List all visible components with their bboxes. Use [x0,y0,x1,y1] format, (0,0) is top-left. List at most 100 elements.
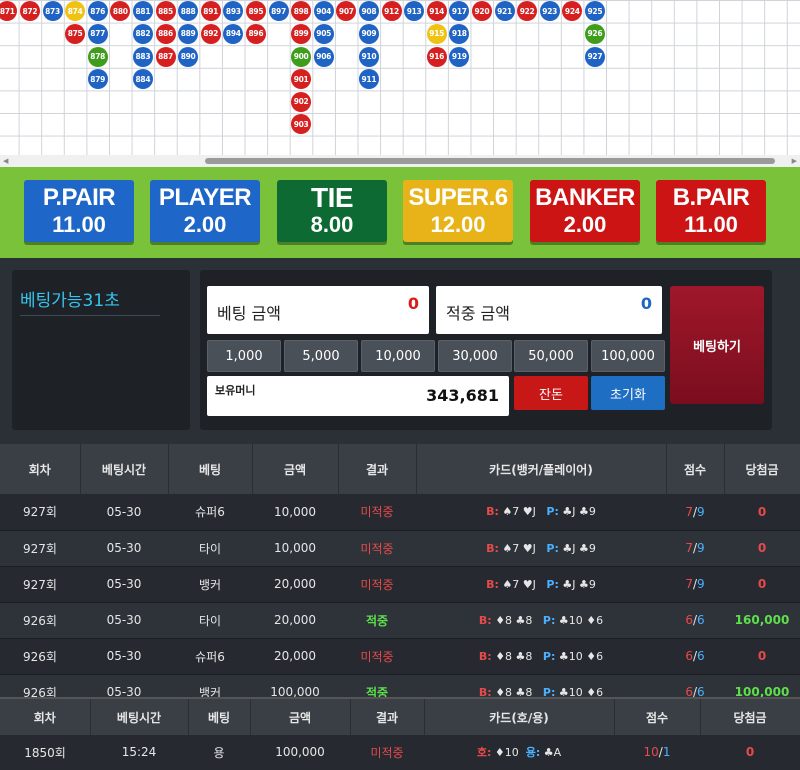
cards-cell: B: ♦8 ♣8 P: ♣10 ♦6 [416,602,666,639]
score-cell: 6/6 [666,602,724,639]
chip-button[interactable]: 30,000 [438,340,512,372]
timer-divider [20,315,160,316]
win-amount-label: 적중 금액 [446,304,510,323]
road-scrollbar[interactable]: ◀ ▶ [0,155,800,167]
amount-cell: 100,000 [250,735,350,770]
table-row: 927회 05-30 뱅커 20,000 미적중 B: ♠7 ♥J P: ♣J ♣9 7/9… [0,566,800,603]
place-bet-button[interactable]: 베팅하기 [670,286,764,404]
bet-cell: 용 [188,735,250,770]
column-header: 베팅 [168,444,253,494]
bet-cell: 타이 [168,530,252,567]
round-cell: 927회 [0,566,80,603]
road-bead: 887 [155,46,176,67]
round-cell: 926회 [0,638,80,675]
table-row: 927회 05-30 타이 10,000 미적중 B: ♠7 ♥J P: ♣J ♣9 7/9… [0,530,800,567]
dragon-cards: ♣A [543,746,562,760]
road-bead: 912 [381,1,402,22]
bet-tie-button[interactable]: TIE 8.00 [277,180,387,242]
bet-name: TIE [310,182,354,213]
column-header: 베팅 [188,699,251,735]
player-prefix: P: [546,505,559,519]
bet-name: P.PAIR [42,184,116,211]
scroll-right-icon[interactable]: ▶ [792,157,797,165]
reset-button[interactable]: 초기화 [591,376,665,410]
column-header: 점수 [666,444,725,494]
bet-player-button[interactable]: PLAYER 2.00 [150,180,260,242]
column-header: 카드(뱅커/플레이어) [416,444,667,494]
result-cell: 미적중 [338,638,416,675]
bet-super6-button[interactable]: SUPER.6 12.00 [403,180,513,242]
chip-button[interactable]: 1,000 [207,340,281,372]
road-bead: 902 [291,91,312,112]
road-bead: 926 [584,23,605,44]
road-bead: 910 [358,46,379,67]
time-cell: 05-30 [80,602,168,639]
road-bead: 921 [494,1,515,22]
baccarat-page: 871 872 873 874 876 880 881 885 888 891 893 895 897 8… [0,0,800,770]
table-header-row: 회차 베팅시간 베팅 금액 결과 카드(뱅커/플레이어) 점수 당첨금 [0,444,800,494]
held-money-field: 보유머니 343,681 [207,376,509,416]
score-b: 6 [697,613,705,627]
betting-timer: 베팅가능31초 [20,291,120,311]
road-bead: 899 [291,23,312,44]
amount-cell: 20,000 [252,602,338,639]
road-bead: 915 [426,23,447,44]
banker-cards: ♦8 ♣8 [495,613,533,627]
cards-cell: B: ♠7 ♥J P: ♣J ♣9 [416,566,666,603]
scroll-left-icon[interactable]: ◀ [3,157,8,165]
table-header-row: 회차 베팅시간 베팅 금액 결과 카드(호/용) 점수 당첨금 [0,699,800,735]
road-bead: 883 [132,46,153,67]
road-bead: 905 [313,23,334,44]
score-b: 6 [697,649,705,663]
scroll-thumb[interactable] [205,158,775,164]
banker-prefix: B: [486,505,499,519]
column-header: 금액 [252,444,339,494]
table-row: 926회 05-30 타이 20,000 적중 B: ♦8 ♣8 P: ♣10 ♦6 6/6… [0,602,800,639]
prize-cell: 0 [724,638,800,675]
bet-name: SUPER.6 [408,184,508,211]
player-cards: ♣10 ♦6 [558,649,604,663]
held-money-value: 343,681 [426,386,499,405]
round-cell: 1850회 [0,735,90,770]
bet-ppair-button[interactable]: P.PAIR 11.00 [24,180,134,242]
result-cell: 미적중 [350,735,424,770]
result-cell: 적중 [338,602,416,639]
chip-button[interactable]: 50,000 [514,340,588,372]
change-button[interactable]: 잔돈 [514,376,588,410]
banker-cards: ♠7 ♥J [502,577,536,591]
bet-bpair-button[interactable]: B.PAIR 11.00 [656,180,766,242]
road-bead: 890 [178,46,199,67]
amount-cell: 10,000 [252,494,338,531]
prize-cell: 0 [724,494,800,531]
bet-cell: 슈퍼6 [168,494,252,531]
column-header: 점수 [614,699,701,735]
score-a: 7 [685,541,693,555]
road-bead: 916 [426,46,447,67]
chip-button[interactable]: 10,000 [361,340,435,372]
road-bead: 878 [87,46,108,67]
banker-cards: ♠7 ♥J [502,541,536,555]
table-row: 1850회 15:24 용 100,000 미적중 호: ♦10 용: ♣A 1… [0,735,800,770]
prize-cell: 160,000 [724,602,800,639]
road-bead: 923 [539,1,560,22]
score-b: 1 [662,745,671,760]
column-header: 카드(호/용) [424,699,615,735]
banker-cards: ♠7 ♥J [502,505,536,519]
time-cell: 05-30 [80,530,168,567]
banker-prefix: B: [478,649,492,663]
player-cards: ♣J ♣9 [562,541,596,555]
chip-button[interactable]: 100,000 [591,340,665,372]
column-header: 회차 [0,444,81,494]
cards-cell: B: ♠7 ♥J P: ♣J ♣9 [416,494,666,531]
player-cards: ♣J ♣9 [562,577,596,591]
chip-button[interactable]: 5,000 [284,340,358,372]
bet-odds: 12.00 [430,212,486,237]
road-bead: 873 [42,1,63,22]
road-bead: 876 [87,1,108,22]
cards-cell: 호: ♦10 용: ♣A [424,735,614,770]
round-cell: 927회 [0,494,80,531]
result-cell: 미적중 [338,566,416,603]
road-bead: 882 [132,23,153,44]
table-row: 927회 05-30 슈퍼6 10,000 미적중 B: ♠7 ♥J P: ♣J ♣9 7/… [0,494,800,531]
bet-banker-button[interactable]: BANKER 2.00 [530,180,640,242]
